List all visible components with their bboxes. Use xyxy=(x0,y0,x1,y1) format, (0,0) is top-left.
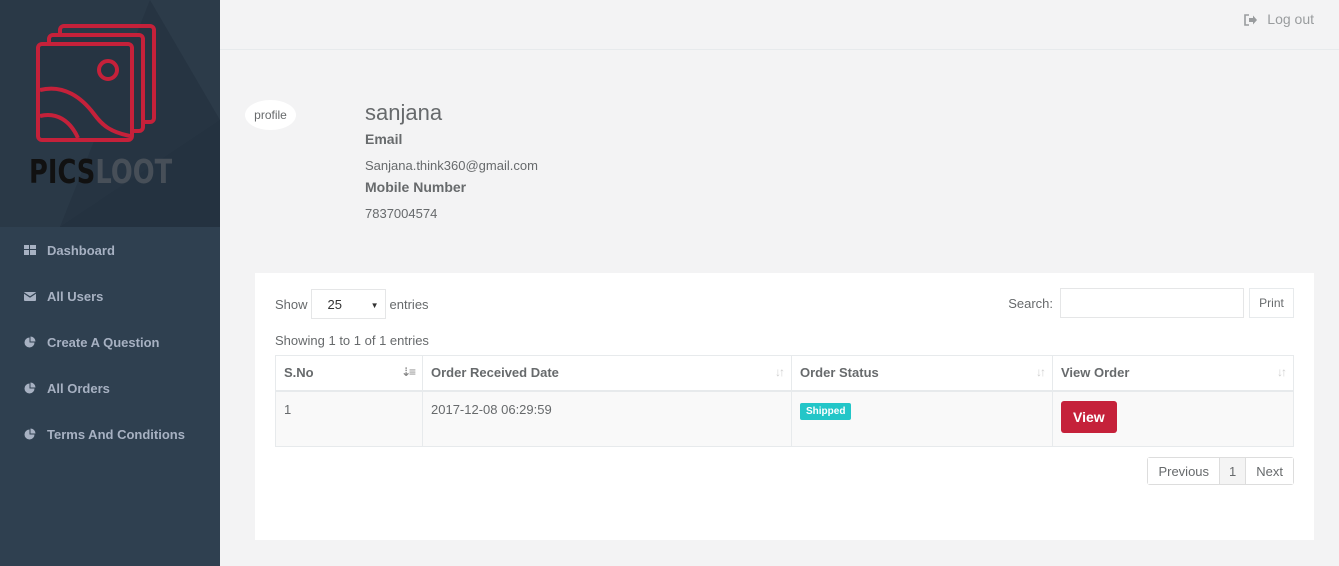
chevron-down-icon: ▼ xyxy=(370,301,379,310)
sidebar: PICSLOOT Dashboard All Users Create A Qu… xyxy=(0,0,220,566)
brand-part-2: LOOT xyxy=(95,152,173,191)
orders-panel: Show 25 ▼ entries Search: Print Showing … xyxy=(255,273,1314,540)
sidebar-item-label: Terms And Conditions xyxy=(47,426,185,442)
cell-status: Shipped xyxy=(791,390,1053,447)
profile-image-alt: profile xyxy=(254,108,287,122)
brand-part-1: PICS xyxy=(29,152,96,191)
profile-name: sanjana xyxy=(365,100,443,125)
page-size-select[interactable]: 25 ▼ xyxy=(310,289,386,319)
column-header-label: View Order xyxy=(1061,365,1130,381)
logout-link[interactable]: Log out xyxy=(1244,11,1314,27)
logo-icon xyxy=(36,24,156,142)
sidebar-item-all-orders[interactable]: All Orders xyxy=(0,365,220,411)
table-info: Showing 1 to 1 of 1 entries xyxy=(275,333,429,348)
sidebar-nav: Dashboard All Users Create A Question Al… xyxy=(0,227,220,457)
envelope-icon xyxy=(23,290,37,302)
orders-table: S.No ⇣≡ Order Received Date ↓↑ Order Sta… xyxy=(275,355,1294,447)
top-navbar: Log out xyxy=(220,0,1339,50)
column-header-view[interactable]: View Order ↓↑ xyxy=(1052,355,1294,392)
sort-asc-icon: ⇣≡ xyxy=(400,365,416,379)
sidebar-item-label: Dashboard xyxy=(47,242,115,258)
entries-label: entries xyxy=(389,296,429,312)
sort-icon: ↓↑ xyxy=(775,365,785,379)
email-label: Email xyxy=(365,131,403,147)
cell-sno: 1 xyxy=(275,390,423,447)
page-1-button[interactable]: 1 xyxy=(1219,458,1247,484)
pie-chart-icon xyxy=(24,428,36,440)
column-header-label: Order Status xyxy=(800,365,879,381)
column-header-date[interactable]: Order Received Date ↓↑ xyxy=(422,355,792,392)
mobile-label: Mobile Number xyxy=(365,179,467,195)
table-row: 1 2017-12-08 06:29:59 Shipped View xyxy=(275,390,1294,447)
dashboard-icon xyxy=(24,244,36,256)
logout-label: Log out xyxy=(1267,11,1314,27)
pie-chart-icon xyxy=(24,382,36,394)
mobile-value: 7837004574 xyxy=(365,206,438,221)
sign-out-icon xyxy=(1244,13,1258,26)
view-order-button[interactable]: View xyxy=(1061,400,1117,433)
logo-area: PICSLOOT xyxy=(0,0,220,227)
profile-image: profile xyxy=(245,100,296,130)
page-size-control: Show 25 ▼ entries xyxy=(275,289,429,319)
sidebar-item-create-question[interactable]: Create A Question xyxy=(0,319,220,365)
previous-page-button[interactable]: Previous xyxy=(1148,458,1220,484)
column-header-label: S.No xyxy=(284,365,314,381)
sidebar-item-label: All Orders xyxy=(47,380,110,396)
next-page-button[interactable]: Next xyxy=(1246,458,1293,484)
pagination: Previous 1 Next xyxy=(1147,457,1294,485)
status-badge: Shipped xyxy=(800,402,852,420)
show-label: Show xyxy=(275,296,308,312)
column-header-status[interactable]: Order Status ↓↑ xyxy=(791,355,1053,392)
cell-date: 2017-12-08 06:29:59 xyxy=(422,390,792,447)
print-button[interactable]: Print xyxy=(1249,288,1294,318)
pie-chart-icon xyxy=(24,336,36,348)
sort-icon: ↓↑ xyxy=(1277,365,1287,379)
cell-action: View xyxy=(1052,390,1294,447)
sidebar-item-label: Create A Question xyxy=(47,334,160,350)
sidebar-item-all-users[interactable]: All Users xyxy=(0,273,220,319)
sidebar-item-terms[interactable]: Terms And Conditions xyxy=(0,411,220,457)
email-value: Sanjana.think360@gmail.com xyxy=(365,158,538,173)
sidebar-item-label: All Users xyxy=(47,288,104,304)
search-control: Search: Print xyxy=(1008,288,1294,318)
sidebar-item-dashboard[interactable]: Dashboard xyxy=(0,227,220,273)
page-size-value: 25 xyxy=(327,296,342,312)
column-header-label: Order Received Date xyxy=(431,365,559,381)
search-input[interactable] xyxy=(1060,288,1244,318)
sort-icon: ↓↑ xyxy=(1036,365,1046,379)
column-header-sno[interactable]: S.No ⇣≡ xyxy=(275,355,423,392)
brand-logo-text: PICSLOOT xyxy=(29,152,172,192)
search-label: Search: xyxy=(1008,295,1053,311)
